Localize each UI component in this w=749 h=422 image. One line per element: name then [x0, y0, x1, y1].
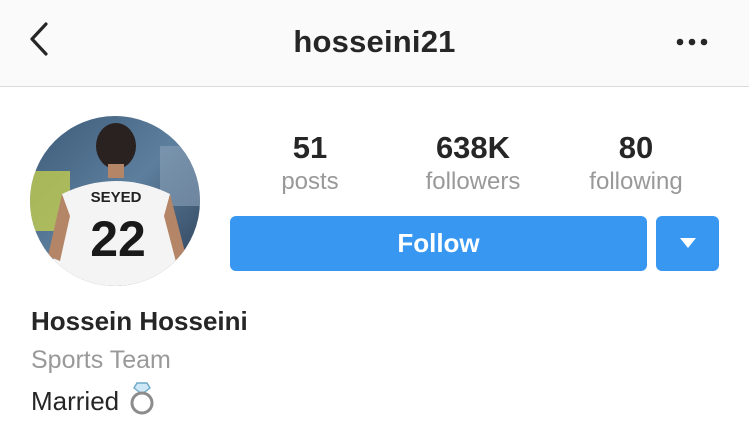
- more-options-button[interactable]: [672, 30, 712, 54]
- posts-count: 51: [292, 130, 328, 165]
- suggestions-dropdown-button[interactable]: [656, 216, 719, 271]
- profile-name: Hossein Hosseini: [31, 306, 248, 336]
- follow-button[interactable]: Follow: [230, 216, 647, 271]
- followers-count: 638K: [435, 130, 511, 165]
- stat-followers[interactable]: 638K followers: [398, 130, 548, 198]
- profile-category: Sports Team: [31, 346, 171, 374]
- jersey-number: 22: [90, 211, 146, 267]
- profile-photo: SEYED 22: [30, 116, 200, 286]
- followers-label: followers: [425, 168, 521, 195]
- profile-bio: Married: [31, 381, 157, 422]
- top-nav-bar: hosseini21: [0, 0, 749, 87]
- page-title: hosseini21: [293, 24, 456, 59]
- following-label: following: [589, 168, 683, 195]
- stat-posts[interactable]: 51 posts: [235, 130, 385, 198]
- following-count: 80: [618, 130, 654, 165]
- stat-following[interactable]: 80 following: [561, 130, 711, 198]
- ring-icon: [127, 381, 157, 422]
- posts-label: posts: [281, 168, 339, 195]
- ellipsis-icon: [676, 38, 708, 46]
- avatar[interactable]: SEYED 22: [30, 116, 200, 286]
- bio-text: Married: [31, 386, 120, 416]
- jersey-name: SEYED: [91, 189, 142, 206]
- triangle-down-icon: [680, 238, 696, 248]
